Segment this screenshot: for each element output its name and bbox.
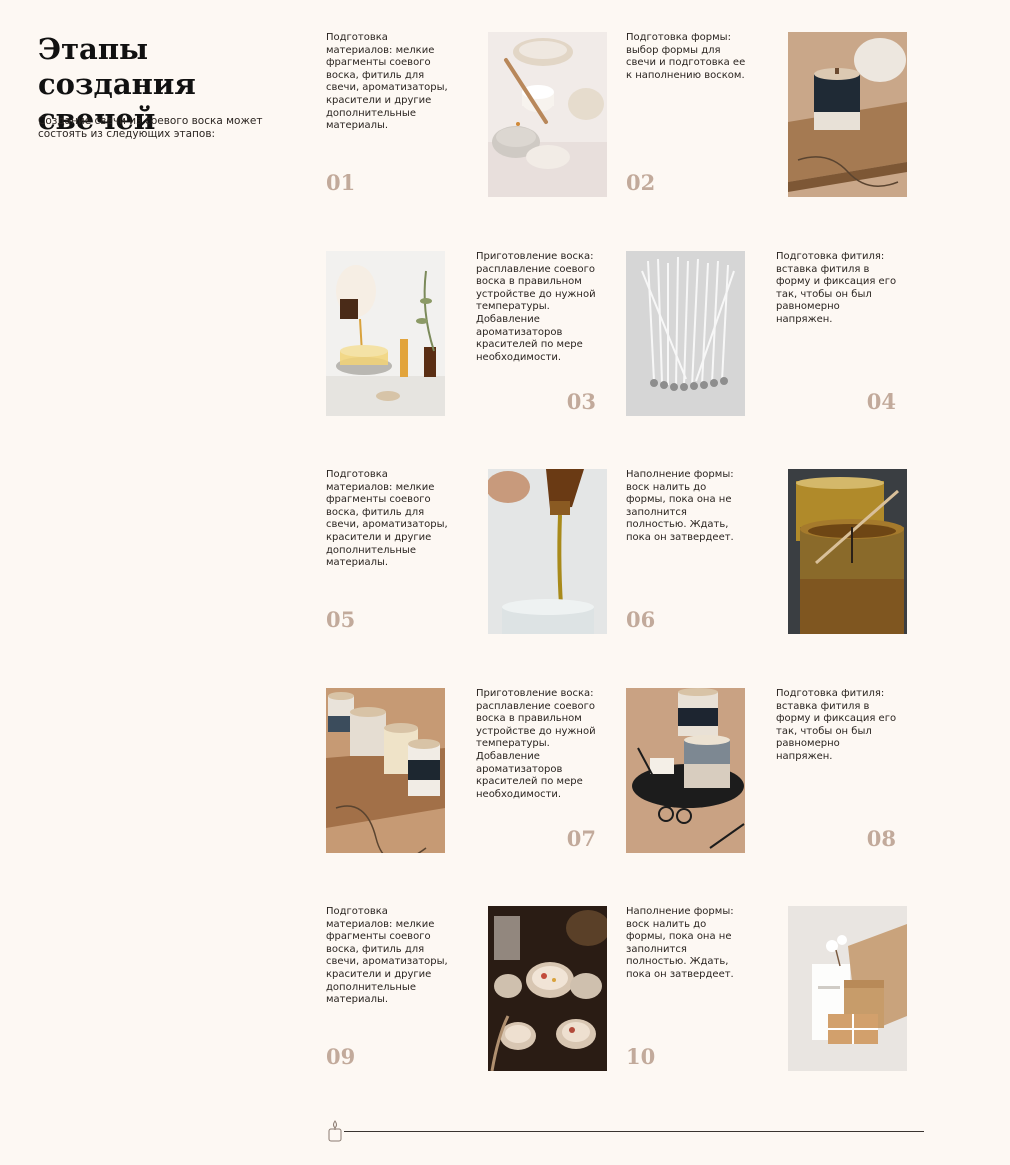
- step-text: Подготовка материалов: мелкие фрагменты …: [326, 32, 448, 132]
- step-text: Подготовка материалов: мелкие фрагменты …: [326, 469, 448, 569]
- step-text: Наполнение формы: воск налить до формы, …: [626, 469, 734, 543]
- step-card-02: Подготовка формы: выбор формы для свечи …: [626, 32, 746, 197]
- step-photo-03: [326, 251, 445, 416]
- step-photo-05: [488, 469, 607, 634]
- step-text: Подготовка формы: выбор формы для свечи …: [626, 32, 746, 81]
- step-card-07: Приготовление воска: расплавление соевог…: [476, 688, 596, 853]
- step-number: 03: [566, 389, 596, 414]
- step-number: 01: [326, 170, 356, 195]
- step-card-04: Подготовка фитиля: вставка фитиля в форм…: [776, 251, 896, 416]
- step-text: Приготовление воска: расплавление соевог…: [476, 251, 596, 363]
- candle-icon: [326, 1119, 344, 1143]
- step-photo-07: [326, 688, 445, 853]
- step-text: Подготовка фитиля: вставка фитиля в форм…: [776, 688, 897, 762]
- step-card-06: Наполнение формы: воск налить до формы, …: [626, 469, 746, 634]
- step-photo-04: [626, 251, 745, 416]
- step-photo-01: [488, 32, 607, 197]
- step-card-09: Подготовка материалов: мелкие фрагменты …: [326, 906, 448, 1071]
- step-text: Приготовление воска: расплавление соевог…: [476, 688, 596, 800]
- step-card-10: Наполнение формы: воск налить до формы, …: [626, 906, 746, 1071]
- step-number: 05: [326, 607, 356, 632]
- step-photo-06: [788, 469, 907, 634]
- step-photo-10: [788, 906, 907, 1071]
- step-text: Подготовка материалов: мелкие фрагменты …: [326, 906, 448, 1006]
- step-card-03: Приготовление воска: расплавление соевог…: [476, 251, 596, 416]
- step-photo-02: [788, 32, 907, 197]
- page-subtitle: Создание свечи из соевого воска может со…: [38, 115, 263, 140]
- step-text: Подготовка фитиля: вставка фитиля в форм…: [776, 251, 897, 325]
- step-number: 02: [626, 170, 656, 195]
- footer-divider: [344, 1131, 924, 1132]
- step-photo-09: [488, 906, 607, 1071]
- step-number: 09: [326, 1044, 356, 1069]
- step-number: 08: [866, 826, 896, 851]
- step-text: Наполнение формы: воск налить до формы, …: [626, 906, 734, 980]
- step-number: 04: [866, 389, 896, 414]
- step-photo-08: [626, 688, 745, 853]
- step-number: 06: [626, 607, 656, 632]
- step-number: 10: [626, 1044, 656, 1069]
- step-card-05: Подготовка материалов: мелкие фрагменты …: [326, 469, 448, 634]
- step-number: 07: [566, 826, 596, 851]
- step-card-01: Подготовка материалов: мелкие фрагменты …: [326, 32, 448, 197]
- step-card-08: Подготовка фитиля: вставка фитиля в форм…: [776, 688, 896, 853]
